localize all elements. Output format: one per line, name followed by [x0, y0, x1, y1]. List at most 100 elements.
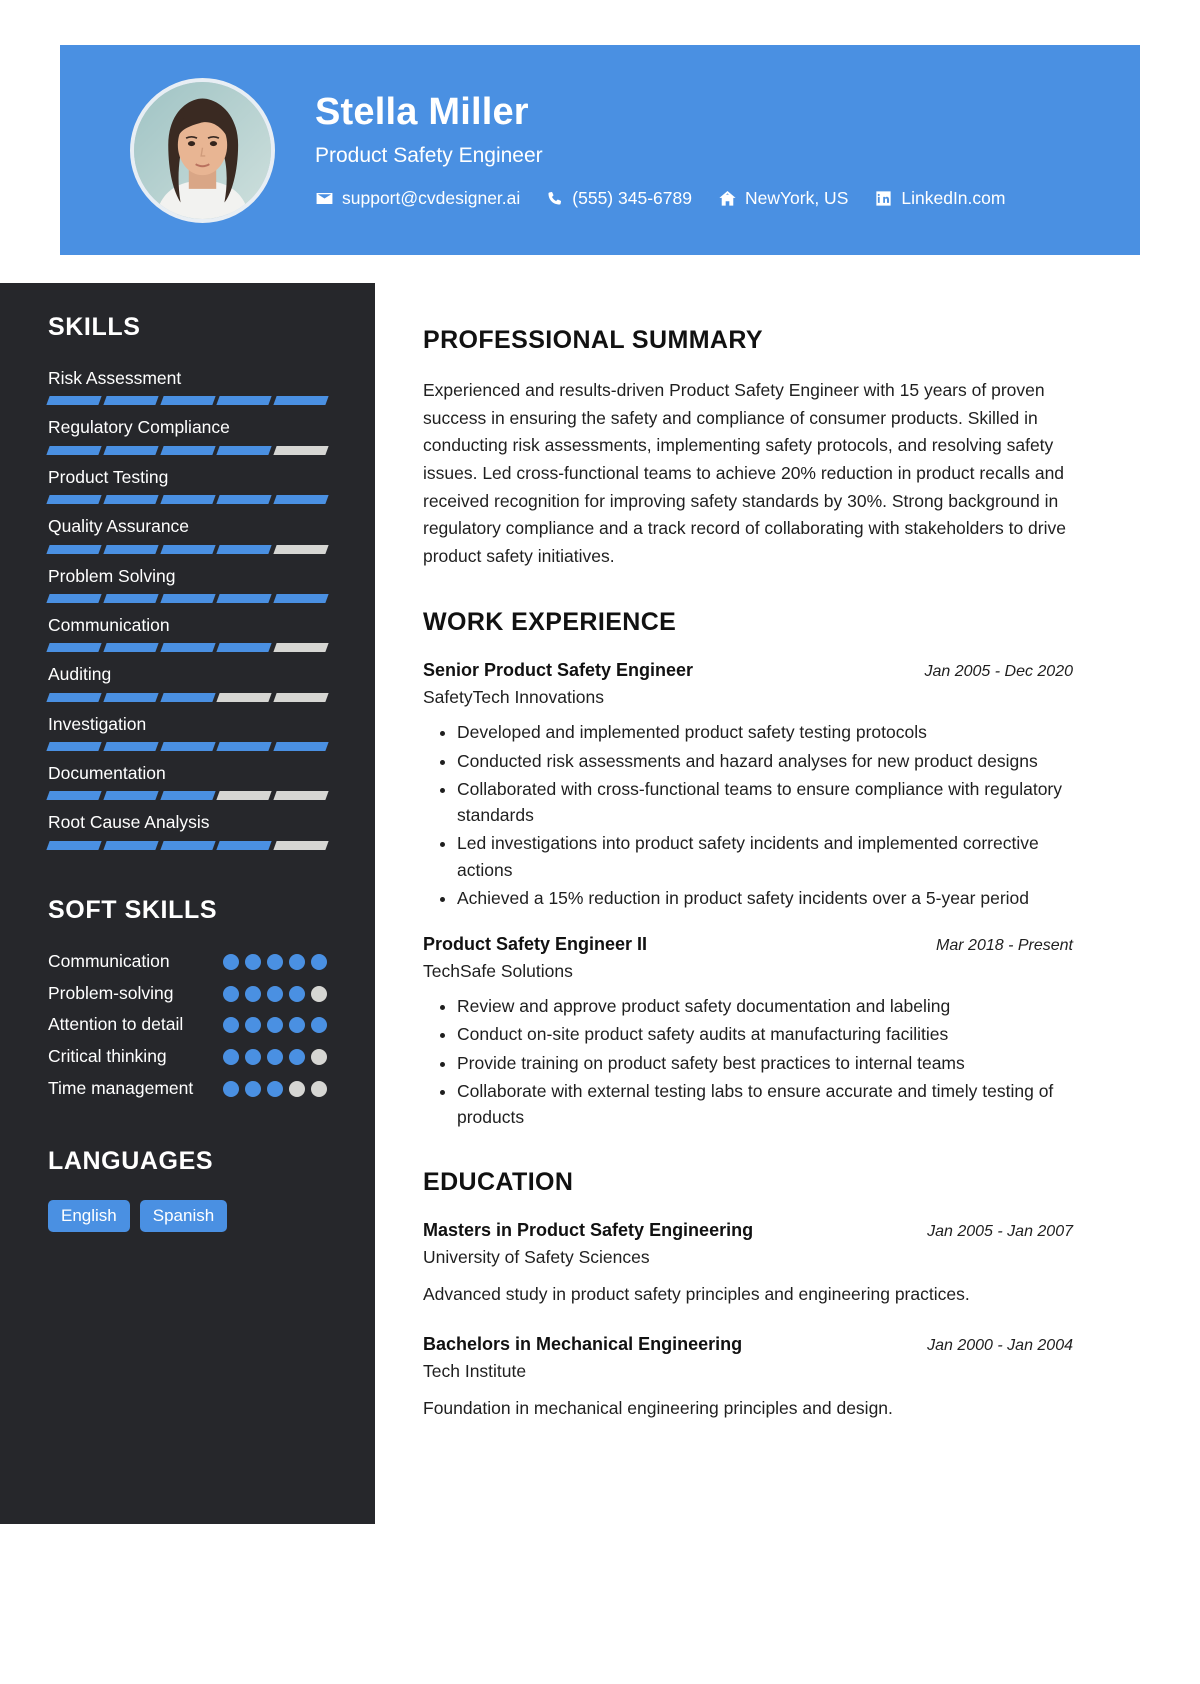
skill-segment-filled [216, 643, 272, 653]
resume-header: Stella Miller Product Safety Engineer su… [60, 45, 1140, 255]
skill-segment-filled [159, 593, 216, 603]
page-title: Stella Miller [315, 91, 529, 134]
skill-label: Communication [48, 614, 170, 635]
skill-row: Root Cause Analysis [46, 810, 329, 850]
skill-label: Investigation [48, 713, 147, 734]
work-entry-header: Product Safety Engineer II Mar 2018 - Pre… [423, 933, 1073, 956]
skill-segment-filled [159, 840, 216, 850]
skill-level-bar [46, 742, 329, 751]
skill-level-bar [46, 593, 329, 603]
skill-level-bar [46, 692, 329, 702]
soft-skill-rating [223, 1076, 327, 1098]
contact-email[interactable]: support@cvdesigner.ai [315, 188, 520, 209]
soft-skill-label: Time management [48, 1078, 194, 1099]
work-entry-bullets: Review and approve product safety docume… [423, 993, 1073, 1130]
skill-segment-filled [216, 544, 272, 554]
header-text-block: Stella Miller Product Safety Engineer su… [315, 91, 1005, 209]
skill-row: Problem Solving [46, 564, 329, 603]
work-entry-company: TechSafe Solutions [423, 960, 573, 981]
rating-dot-filled [223, 953, 239, 970]
contact-location[interactable]: NewYork, US [718, 188, 848, 209]
skill-label: Documentation [48, 763, 166, 783]
soft-skill-row: Critical thinking [48, 1044, 327, 1069]
skill-level-bar [46, 445, 329, 455]
list-item: Provide training on product safety best … [457, 1050, 1073, 1076]
rating-dot-filled [289, 1017, 305, 1034]
skill-segment-filled [46, 544, 102, 554]
education-entry: Bachelors in Mechanical Engineering Jan 2… [423, 1333, 1073, 1421]
skill-label: Auditing [48, 664, 112, 685]
education-entry-school: Tech Institute [423, 1360, 527, 1381]
soft-skill-rating [223, 1012, 327, 1034]
work-entry: Senior Product Safety Engineer Jan 2005 -… [423, 659, 1073, 911]
soft-skill-rating [223, 1044, 327, 1066]
language-pill: English [48, 1199, 130, 1232]
rating-dot-filled [245, 985, 261, 1002]
contact-location-label: NewYork, US [744, 187, 849, 208]
skill-label: Regulatory Compliance [48, 417, 230, 438]
list-item: Review and approve product safety docume… [457, 993, 1073, 1019]
skill-segment-filled [103, 692, 159, 702]
soft-skill-label: Communication [48, 950, 170, 971]
summary-text: Experienced and results-driven Product S… [423, 380, 1066, 566]
skill-segment-filled [216, 495, 272, 505]
skill-segment-filled [103, 643, 159, 653]
skill-segment-filled [159, 692, 216, 702]
skill-level-bar [46, 840, 329, 850]
home-icon [718, 189, 737, 208]
skill-segment-filled [103, 495, 159, 505]
skill-segment-filled [103, 791, 159, 801]
main-content: PROFESSIONAL SUMMARY Experienced and res… [423, 283, 1073, 1448]
list-item: Collaborate with external testing labs t… [457, 1078, 1073, 1131]
skill-segment-filled [159, 643, 216, 653]
education-entry-date: Jan 2000 - Jan 2004 [927, 1337, 1073, 1355]
education-entry-date: Jan 2005 - Jan 2007 [927, 1223, 1073, 1241]
skill-segment-empty [273, 445, 329, 455]
soft-skill-rating [223, 981, 327, 1002]
rating-dot-filled [223, 985, 239, 1002]
rating-dot-filled [245, 1081, 261, 1098]
rating-dot-filled [311, 953, 327, 970]
rating-dot-filled [267, 985, 283, 1002]
contact-email-label: support@cvdesigner.ai [342, 187, 521, 208]
skill-segment-filled [103, 593, 159, 603]
skill-segment-empty [273, 643, 329, 653]
soft-skills-heading: SOFT SKILLS [48, 895, 218, 924]
contact-linkedin[interactable]: LinkedIn.com [874, 188, 1005, 209]
skill-segment-filled [216, 593, 272, 603]
soft-skill-row: Problem-solving [48, 981, 327, 1006]
skill-segment-filled [159, 396, 216, 406]
linkedin-icon [874, 189, 893, 208]
language-pill: Spanish [139, 1199, 228, 1232]
work-entry-title: Product Safety Engineer II [423, 934, 648, 955]
skill-segment-filled [46, 396, 102, 406]
skill-segment-filled [103, 840, 159, 850]
rating-dot-empty [311, 1049, 327, 1066]
skill-segment-empty [273, 692, 329, 702]
skills-heading: SKILLS [48, 313, 141, 341]
rating-dot-filled [267, 1081, 283, 1098]
skill-row: Auditing [46, 662, 329, 702]
skill-segment-filled [273, 742, 329, 751]
education-entry-degree: Bachelors in Mechanical Engineering [423, 1334, 743, 1355]
skill-segment-empty [216, 692, 272, 702]
skill-segment-filled [216, 840, 272, 850]
soft-skill-row: Attention to detail [48, 1012, 327, 1037]
contact-phone[interactable]: (555) 345-6789 [546, 188, 692, 209]
education-entry-header: Bachelors in Mechanical Engineering Jan 2… [423, 1333, 1073, 1356]
work-entry-title: Senior Product Safety Engineer [423, 660, 694, 681]
languages-list: English Spanish [48, 1199, 327, 1232]
education-entry-header: Masters in Product Safety Engineering Jan… [423, 1219, 1073, 1242]
work-entry-bullets: Developed and implemented product safety… [423, 719, 1073, 911]
skill-segment-filled [216, 742, 272, 751]
skill-row: Regulatory Compliance [46, 415, 329, 455]
skill-segment-empty [273, 544, 329, 554]
work-experience-list: Senior Product Safety Engineer Jan 2005 -… [423, 659, 1073, 1130]
soft-skill-rating [223, 949, 327, 970]
education-entry: Masters in Product Safety Engineering Jan… [423, 1219, 1073, 1307]
skill-row: Communication [46, 613, 329, 653]
skill-segment-filled [159, 445, 216, 455]
education-entry-degree: Masters in Product Safety Engineering [423, 1220, 754, 1241]
avatar [130, 77, 275, 223]
skill-segment-filled [159, 544, 216, 554]
